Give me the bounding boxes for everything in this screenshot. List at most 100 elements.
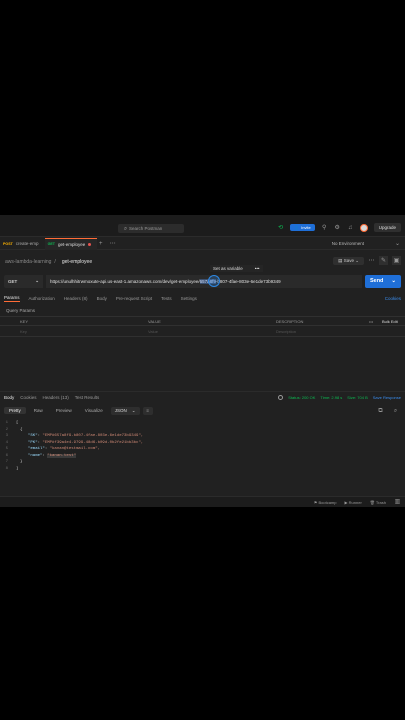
tooltip-label: Set as variable (213, 266, 243, 271)
line-number: 7 (5, 460, 8, 465)
more-icon[interactable]: ⋯ (368, 257, 375, 264)
breadcrumb-collection[interactable]: aws-lambda-learning (5, 259, 51, 265)
json-value: "EMP#f39a4e4-9799-48d6-b09d-0b2fe21bb3bc… (42, 440, 144, 445)
tab-response-cookies[interactable]: Cookies (20, 395, 36, 400)
more-icon[interactable]: ••• (369, 319, 373, 324)
top-bar-actions: ⟲ 👤 Invite ⚲ ⚙ ♫ Upgrade (277, 223, 401, 232)
save-button[interactable]: ▤ Save ⌄ (333, 256, 364, 265)
wrap-lines-icon[interactable]: ≡ (142, 406, 153, 415)
globe-icon (278, 394, 284, 400)
chevron-down-icon: ⌄ (131, 407, 136, 413)
mouse-cursor-icon (208, 274, 220, 287)
tab-authorization[interactable]: Authorization (29, 296, 55, 301)
view-preview[interactable]: Preview (51, 407, 77, 414)
runner-label: Runner (348, 499, 362, 505)
edit-icon[interactable]: ✎ (379, 256, 388, 265)
layout-icon[interactable]: ▥ (394, 499, 401, 506)
trash-label: Trash (375, 499, 386, 505)
cookies-link[interactable]: Cookies (385, 296, 401, 301)
environment-selector[interactable]: No Environment ⌄ (332, 240, 401, 247)
method-select[interactable]: GET ⌄ (4, 274, 43, 288)
search-placeholder: Search Postman (129, 226, 163, 231)
top-bar: ⌕ Search Postman ⟲ 👤 Invite ⚲ ⚙ ♫ Upgrad… (0, 215, 405, 237)
view-pretty[interactable]: Pretty (4, 407, 26, 414)
request-option-tabs: Params Authorization Headers (8) Body Pr… (0, 293, 405, 303)
tooltip-more[interactable]: ••• (255, 266, 260, 271)
satellite-icon[interactable]: ⚲ (321, 224, 328, 231)
tab-test-results[interactable]: Test Results (75, 395, 100, 400)
bell-icon[interactable]: ♫ (347, 224, 354, 231)
query-params-label: Query Params (6, 307, 36, 313)
bootcamp-label: Bootcamp (318, 499, 337, 505)
postman-window: ⌕ Search Postman ⟲ 👤 Invite ⚲ ⚙ ♫ Upgrad… (0, 215, 405, 507)
tab-get-employee[interactable]: GET get-employee (44, 237, 98, 250)
tab-response-body[interactable]: Body (4, 395, 14, 400)
param-description-input[interactable]: Description (276, 329, 296, 334)
save-actions: ▤ Save ⌄ ⋯ ✎ ▣ (333, 256, 401, 265)
param-value-input[interactable]: Value (148, 329, 158, 334)
save-response-button[interactable]: Save Response (373, 395, 401, 400)
unsaved-dot-icon (88, 242, 92, 246)
invite-button[interactable]: 👤 Invite (290, 224, 315, 231)
tab-params[interactable]: Params (4, 295, 20, 302)
tab-settings[interactable]: Settings (181, 296, 197, 301)
params-table-row: Key Value Description (0, 327, 405, 337)
response-size[interactable]: Size: 704 B (347, 395, 367, 400)
tab-response-headers[interactable]: Headers (13) (43, 395, 69, 400)
search-icon[interactable]: ⌕ (392, 407, 399, 414)
copy-icon[interactable]: ⧉ (377, 407, 384, 414)
response-body-code[interactable]: 1 [ 2 { 3 "SK": "EMP#657a8f9-b807-4fae-8… (0, 420, 405, 472)
status-badge[interactable]: Status: 200 OK (288, 395, 315, 400)
bulk-edit-button[interactable]: Bulk Edit (382, 319, 398, 324)
param-key-input[interactable]: Key (20, 329, 27, 334)
format-select[interactable]: JSON ⌄ (110, 406, 140, 415)
chevron-down-icon: ⌄ (394, 240, 401, 247)
save-label: Save (343, 257, 354, 263)
environment-label: No Environment (331, 241, 364, 246)
json-key: "email" (28, 447, 45, 452)
view-visualize[interactable]: Visualize (80, 407, 108, 414)
tab-pre-request-script[interactable]: Pre-request Script (116, 296, 152, 301)
chevron-down-icon: ⌄ (391, 278, 397, 284)
tab-method: POST (3, 241, 13, 246)
upgrade-button[interactable]: Upgrade (373, 223, 401, 232)
sync-icon[interactable]: ⟲ (277, 224, 284, 231)
tab-body[interactable]: Body (97, 296, 107, 301)
gear-icon[interactable]: ⚙ (334, 224, 341, 231)
line-number: 5 (5, 447, 8, 452)
send-button[interactable]: Send ⌄ (365, 274, 401, 288)
docs-icon[interactable]: ▣ (392, 256, 401, 265)
view-raw[interactable]: Raw (29, 407, 48, 414)
url-input[interactable]: https://unulhhitrwmoxute-api.us-east-1.a… (46, 274, 362, 288)
json-key: "SK" (28, 434, 38, 439)
col-key: KEY (20, 318, 29, 324)
page-title[interactable]: get-employee (62, 259, 92, 265)
tab-headers[interactable]: Headers (8) (64, 296, 88, 301)
tab-create-emp[interactable]: POST create-emp (0, 238, 45, 250)
search-bar[interactable]: ⌕ Search Postman (118, 224, 184, 233)
line-number: 1 (5, 421, 8, 426)
add-user-icon: 👤 (294, 225, 300, 230)
runner-button[interactable]: ▶ Runner (344, 500, 361, 505)
tab-tests[interactable]: Tests (161, 296, 172, 301)
code-text: ] (16, 466, 19, 471)
bootcamp-button[interactable]: ⚑ Bootcamp (314, 500, 337, 505)
code-text: [ (16, 421, 19, 426)
json-key: "PK" (28, 440, 38, 445)
response-time[interactable]: Time: 2.98 s (320, 395, 342, 400)
more-tabs-icon[interactable]: ⋯ (109, 240, 116, 247)
set-variable-tooltip[interactable]: Set as variable ••• (210, 265, 263, 272)
request-tabs-bar: POST create-emp GET get-employee + ⋯ No … (0, 237, 405, 250)
trash-button[interactable]: 🗑 Trash (370, 500, 386, 505)
line-number: 8 (5, 466, 8, 471)
avatar[interactable] (359, 223, 368, 232)
json-value: "kanan@testmail.com", (49, 447, 101, 452)
url-suffix: -b807-4fae-803e-6e1de73b9349 (215, 278, 281, 284)
add-tab-icon[interactable]: + (97, 240, 104, 247)
response-tools: ⧉ ⌕ (377, 407, 399, 414)
json-value: "EMP#657a8f9-b807-4fae-803e-6e1de73b9349… (42, 434, 144, 439)
invite-label: Invite (301, 225, 311, 230)
response-view-bar: Pretty Raw Preview Visualize JSON ⌄ ≡ ⧉ … (0, 405, 405, 416)
method-label: GET (8, 278, 18, 284)
url-prefix: https://unulhhitrwmoxute-api.us-east-1.a… (50, 278, 200, 284)
